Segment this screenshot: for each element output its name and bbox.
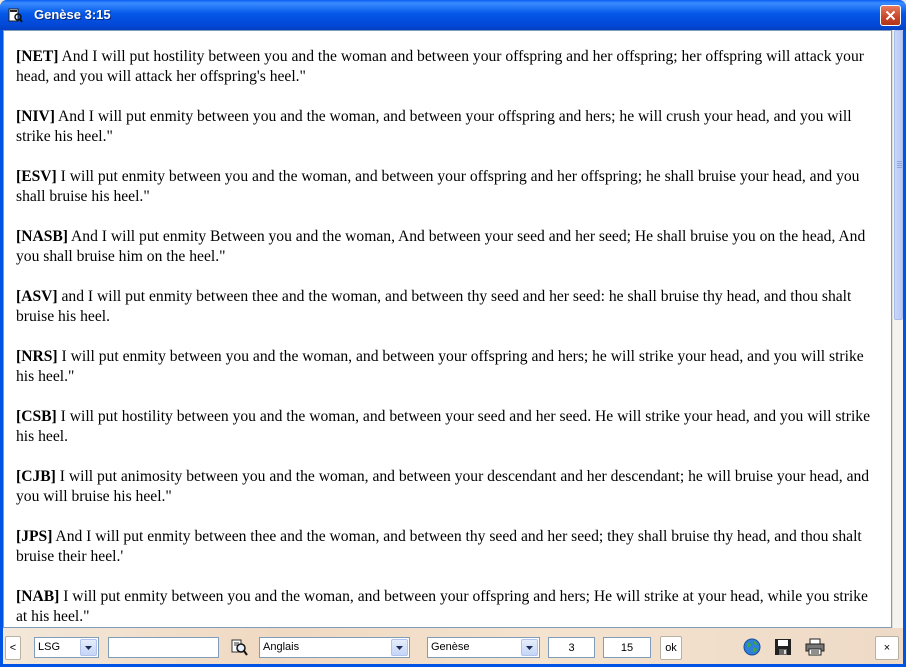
previous-button[interactable]: <: [5, 636, 21, 660]
verse-item: [NASB] And I will put enmity Between you…: [16, 227, 883, 267]
verse-text: I will put hostility between you and the…: [16, 408, 871, 445]
version-select-value: LSG: [38, 641, 61, 653]
scroll-grip: [897, 163, 902, 164]
verse-item: [CJB] I will put animosity between you a…: [16, 467, 883, 507]
verse-item: [ASV] and I will put enmity between thee…: [16, 287, 883, 327]
bottom-toolbar: < LSG Anglais Genèse 3 15 ok ×: [3, 628, 903, 664]
floppy-disk-icon[interactable]: [771, 635, 795, 659]
verse-item: [NAB] I will put enmity between you and …: [16, 587, 883, 627]
verse-text: I will put enmity between you and the wo…: [16, 588, 868, 625]
verse-list: [NET] And I will put hostility between y…: [4, 31, 891, 627]
globe-icon[interactable]: [740, 635, 764, 659]
book-select[interactable]: Genèse: [427, 637, 540, 658]
verse-text-pane[interactable]: [NET] And I will put hostility between y…: [3, 30, 892, 628]
version-tag: [NASB]: [16, 228, 68, 245]
verse-field[interactable]: 15: [603, 637, 651, 658]
verse-text: I will put enmity between you and the wo…: [16, 348, 864, 385]
version-tag: [CSB]: [16, 408, 57, 425]
verse-item: [NIV] And I will put enmity between you …: [16, 107, 883, 147]
close-window-button[interactable]: [880, 5, 901, 26]
chevron-down-icon[interactable]: [391, 639, 408, 656]
verse-text: I will put animosity between you and the…: [16, 468, 870, 505]
language-select[interactable]: Anglais: [259, 637, 410, 658]
version-tag: [NRS]: [16, 348, 58, 365]
verse-text: and I will put enmity between thee and t…: [16, 288, 852, 325]
version-tag: [NAB]: [16, 588, 60, 605]
chapter-field[interactable]: 3: [548, 637, 595, 658]
version-tag: [CJB]: [16, 468, 56, 485]
version-tag: [ASV]: [16, 288, 58, 305]
vertical-scrollbar[interactable]: [892, 30, 903, 628]
verse-text: And I will put enmity between thee and t…: [16, 528, 862, 565]
search-input[interactable]: [108, 637, 219, 658]
main-window: Genèse 3:15 [NET] And I will put hostili…: [0, 0, 906, 667]
verse-item: [JPS] And I will put enmity between thee…: [16, 527, 883, 567]
verse-text: I will put enmity between you and the wo…: [16, 168, 860, 205]
printer-icon[interactable]: [803, 635, 827, 659]
client-area: [NET] And I will put hostility between y…: [3, 30, 903, 664]
verse-item: [NET] And I will put hostility between y…: [16, 47, 883, 87]
scroll-grip: [897, 165, 902, 166]
verse-item: [ESV] I will put enmity between you and …: [16, 167, 883, 207]
magnifier-icon[interactable]: [227, 635, 251, 659]
scrollbar-thumb[interactable]: [894, 30, 903, 320]
version-tag: [NET]: [16, 48, 59, 65]
version-tag: [JPS]: [16, 528, 53, 545]
verse-item: [CSB] I will put hostility between you a…: [16, 407, 883, 447]
bible-search-icon[interactable]: [6, 6, 24, 24]
close-icon: [885, 10, 896, 21]
version-tag: [ESV]: [16, 168, 57, 185]
version-select[interactable]: LSG: [34, 637, 99, 658]
chevron-down-icon[interactable]: [80, 639, 97, 656]
verse-text: And I will put hostility between you and…: [16, 48, 864, 85]
verse-item: [NRS] I will put enmity between you and …: [16, 347, 883, 387]
language-select-value: Anglais: [263, 641, 300, 653]
window-title: Genèse 3:15: [34, 7, 111, 22]
scroll-grip: [897, 161, 902, 162]
title-bar[interactable]: Genèse 3:15: [0, 0, 906, 30]
version-tag: [NIV]: [16, 108, 55, 125]
verse-text: And I will put enmity Between you and th…: [16, 228, 866, 265]
ok-button[interactable]: ok: [660, 636, 682, 660]
book-select-value: Genèse: [431, 641, 470, 653]
close-panel-button[interactable]: ×: [875, 636, 899, 660]
verse-text: And I will put enmity between you and th…: [16, 108, 852, 145]
scroll-grip: [897, 167, 902, 168]
chevron-down-icon[interactable]: [521, 639, 538, 656]
